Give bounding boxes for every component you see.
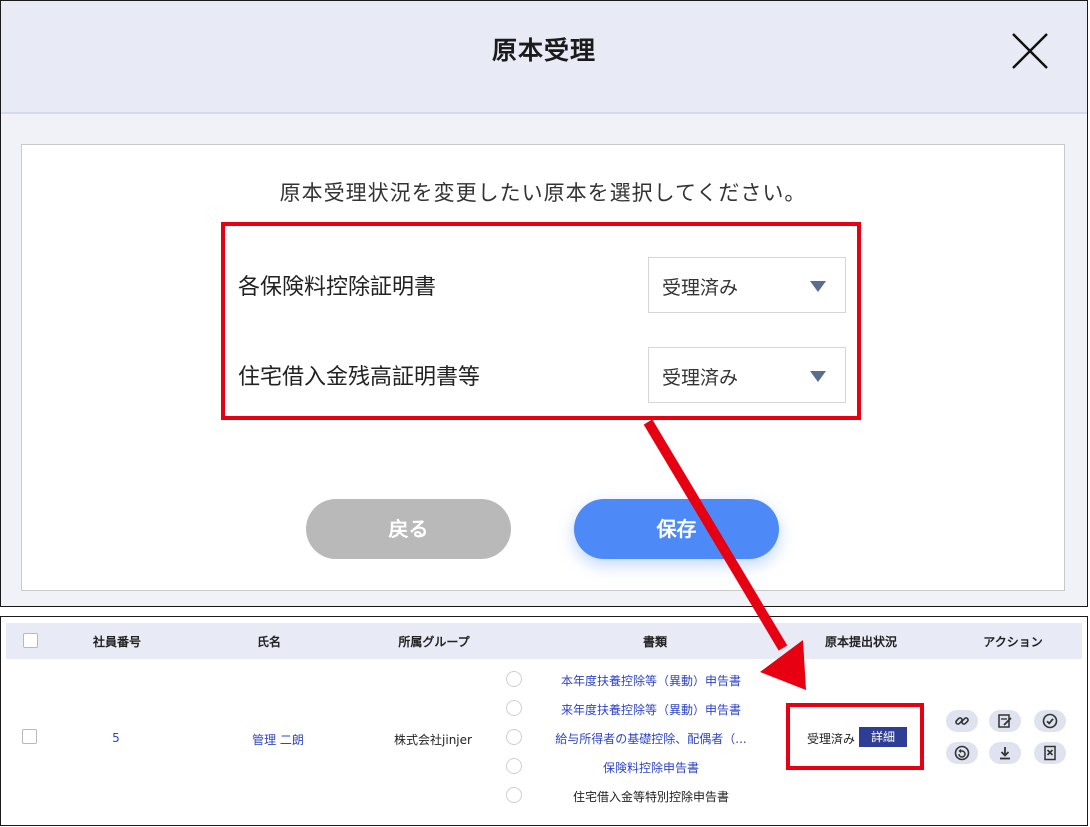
document-icon: [1044, 745, 1056, 761]
employee-table: 社員番号 氏名 所属グループ 書類 原本提出状況 アクション: [0, 616, 1088, 826]
download-action-button[interactable]: [989, 742, 1021, 764]
link-icon: [955, 717, 969, 725]
header-action: アクション: [983, 635, 1043, 649]
header-documents: 書類: [642, 635, 668, 649]
row-checkbox[interactable]: [22, 729, 37, 744]
highlight-box-selects: [221, 222, 861, 420]
select-all-checkbox[interactable]: [23, 633, 38, 648]
link-action-button[interactable]: [946, 710, 978, 732]
document-link[interactable]: 保険料控除申告書: [603, 759, 699, 776]
document-radio[interactable]: [506, 700, 522, 716]
header-name: 氏名: [256, 635, 282, 649]
document-action-button[interactable]: [1034, 742, 1066, 764]
back-button[interactable]: 戻る: [306, 499, 511, 559]
instruction-text: 原本受理状況を変更したい原本を選択してください。: [279, 181, 807, 205]
edit-icon: [998, 714, 1012, 728]
employee-group: 株式会社jinjer: [394, 733, 472, 747]
document-link[interactable]: 本年度扶養控除等（異動）申告書: [561, 672, 741, 689]
document-radio[interactable]: [506, 729, 522, 745]
download-icon: [1000, 747, 1010, 760]
check-icon: [1042, 713, 1058, 729]
table-header: 社員番号 氏名 所属グループ 書類 原本提出状況 アクション: [6, 623, 1082, 659]
document-radio[interactable]: [506, 787, 522, 803]
check-action-button[interactable]: [1034, 710, 1066, 732]
document-link[interactable]: 給与所得者の基礎控除、配偶者（...: [555, 730, 746, 747]
document-text: 住宅借入金等特別控除申告書: [572, 790, 730, 804]
highlight-box-status: [786, 703, 924, 770]
header-employee-no: 社員番号: [92, 635, 142, 649]
save-button[interactable]: 保存: [574, 499, 779, 559]
employee-no-link[interactable]: 5: [112, 731, 120, 745]
header-original-status: 原本提出状況: [824, 635, 898, 649]
header-group: 所属グループ: [398, 635, 470, 649]
document-radio[interactable]: [506, 671, 522, 687]
close-icon[interactable]: [1009, 30, 1051, 72]
edit-action-button[interactable]: [989, 710, 1021, 732]
document-link[interactable]: 来年度扶養控除等（異動）申告書: [561, 701, 741, 718]
employee-name-link[interactable]: 管理 二朗: [252, 731, 304, 748]
undo-icon: [954, 745, 970, 761]
document-radio[interactable]: [506, 758, 522, 774]
modal-header: 原本受理: [1, 1, 1087, 114]
modal-title: 原本受理: [491, 36, 596, 65]
undo-action-button[interactable]: [946, 742, 978, 764]
